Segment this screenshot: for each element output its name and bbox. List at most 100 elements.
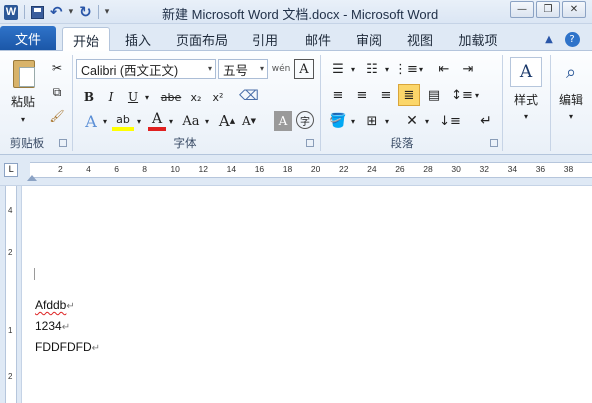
tab-references[interactable]: 引用 [245,28,285,50]
justify-icon[interactable]: ≣ [398,84,420,106]
save-button[interactable] [31,3,44,21]
show-marks-icon[interactable]: ↵ [476,111,496,131]
font-launcher-icon[interactable] [306,139,314,147]
tab-insert[interactable]: 插入 [118,28,158,50]
tab-addins[interactable]: 加载项 [452,28,504,50]
ruler-track[interactable]: 2 4 6 8 10 12 14 16 18 20 22 24 26 28 30 32 34 36 38 [30,162,592,178]
borders-icon[interactable]: ⊞ [362,111,382,131]
help-icon[interactable]: ? [562,28,582,50]
undo-dropdown-icon[interactable]: ▾ [69,3,74,21]
underline-button[interactable]: U [124,87,142,107]
character-shading-button[interactable]: A [274,111,292,131]
tab-review[interactable]: 审阅 [349,28,389,50]
superscript-button[interactable]: x² [208,87,228,107]
clear-formatting-icon[interactable]: ⌫ [238,85,260,107]
vertical-ruler-number: 4 [8,206,13,215]
redo-button[interactable]: ↻ [79,3,92,21]
word-logo-icon[interactable]: W [4,4,18,20]
chinese-layout-icon[interactable]: ✕ [402,111,422,131]
highlight-button[interactable]: ab [112,111,134,131]
multilevel-list-button[interactable]: ⋮≡ [394,59,418,79]
shading-dropdown-icon[interactable]: ▾ [348,113,358,129]
grow-font-label: A [218,112,230,130]
increase-indent-icon[interactable]: ⇥ [458,59,478,79]
window-title: 新建 Microsoft Word 文档.docx - Microsoft Wo… [162,7,439,22]
font-name-combo[interactable]: Calibri (西文正文) ▾ [76,59,216,79]
tab-selector-button[interactable]: L [4,163,18,177]
numbering-dropdown-icon[interactable]: ▾ [382,61,392,77]
bold-button[interactable]: B [80,87,98,107]
shrink-font-button[interactable]: A ▼ [240,111,258,131]
bullets-dropdown-icon[interactable]: ▾ [348,61,358,77]
undo-button[interactable]: ↶ [50,3,63,21]
change-case-dropdown-icon[interactable]: ▾ [202,113,212,129]
numbering-button[interactable]: ☷ [362,59,382,79]
distributed-align-icon[interactable]: ▤ [424,85,444,105]
group-separator [502,55,503,151]
document-line[interactable]: 1234↵ [35,319,70,333]
text-effects-dropdown-icon[interactable]: ▾ [100,113,110,129]
phonetic-guide-button[interactable]: wén [272,59,291,79]
tab-file[interactable]: 文件 [0,26,56,50]
shading-icon[interactable]: 🪣 [328,111,348,131]
paragraph-group-label: 段落 [390,136,414,150]
decrease-indent-icon[interactable]: ⇤ [434,59,454,79]
enclose-characters-button[interactable]: 字 [296,111,314,129]
borders-dropdown-icon[interactable]: ▾ [382,113,392,129]
paragraph-launcher-icon[interactable] [490,139,498,147]
margin-corner-mark [34,268,35,280]
character-border-button[interactable]: A [294,59,314,79]
ribbon-minimize-icon[interactable]: ▲ [540,28,558,50]
tab-mailings[interactable]: 邮件 [298,28,338,50]
subscript-button[interactable]: x₂ [186,87,206,107]
align-right-icon[interactable]: ≡ [376,85,396,105]
italic-button[interactable]: I [102,87,120,107]
editing-button[interactable]: 编辑 [552,91,590,107]
indent-marker-icon[interactable] [27,175,37,181]
bullets-button[interactable]: ☰ [328,59,348,79]
highlight-dropdown-icon[interactable]: ▾ [134,113,144,129]
document-page[interactable]: Afddb↵ 1234↵ FDDFDFD↵ [22,186,592,403]
strikethrough-button[interactable]: abe [158,87,184,107]
tab-view[interactable]: 视图 [400,28,440,50]
copy-icon[interactable]: ⧉ [48,83,66,101]
document-line[interactable]: FDDFDFD↵ [35,340,100,354]
font-color-dropdown-icon[interactable]: ▾ [166,113,176,129]
grow-font-button[interactable]: A ▲ [218,111,236,131]
font-size-combo[interactable]: 五号 ▾ [218,59,268,79]
restore-button[interactable]: ❐ [536,1,560,18]
chinese-layout-dropdown-icon[interactable]: ▾ [422,113,432,129]
cut-icon[interactable]: ✂ [48,59,66,77]
align-center-icon[interactable]: ≡ [352,85,372,105]
paste-dropdown-icon[interactable]: ▾ [12,113,34,125]
ruler-number: 14 [226,164,237,174]
styles-dropdown-icon[interactable]: ▾ [518,109,534,123]
close-button[interactable]: ✕ [562,1,586,18]
paste-button[interactable] [10,57,38,91]
qat-customize-button[interactable]: ▾ [105,3,110,21]
text-effects-button[interactable]: A [80,111,102,131]
sort-icon[interactable]: ↓≡ [439,111,461,131]
document-line[interactable]: Afddb↵ [35,298,75,312]
underline-dropdown-icon[interactable]: ▾ [142,89,152,105]
vertical-ruler-track[interactable]: 4 2 1 2 [5,186,17,403]
line-spacing-dropdown-icon[interactable]: ▾ [472,87,482,103]
font-name-value: Calibri (西文正文) [81,63,179,78]
clipboard-launcher-icon[interactable] [59,139,67,147]
ruler-number: 36 [535,164,546,174]
paste-label[interactable]: 粘贴 [6,93,40,109]
styles-button[interactable]: 样式 [508,91,544,107]
styles-icon[interactable]: A [510,57,542,87]
find-binoculars-icon[interactable]: ⌕ [556,57,586,87]
align-left-icon[interactable]: ≡ [328,85,348,105]
multilevel-dropdown-icon[interactable]: ▾ [416,61,426,77]
tab-home[interactable]: 开始 [62,27,110,52]
minimize-button[interactable]: — [510,1,534,18]
format-painter-icon[interactable]: 🖌 [48,107,66,125]
tab-page-layout[interactable]: 页面布局 [170,28,234,50]
line-spacing-icon[interactable]: ↕≡ [451,85,473,105]
font-color-button[interactable]: A [148,111,166,131]
change-case-button[interactable]: Aa [180,111,202,131]
vertical-ruler-number: 2 [8,248,13,257]
editing-dropdown-icon[interactable]: ▾ [563,109,579,123]
